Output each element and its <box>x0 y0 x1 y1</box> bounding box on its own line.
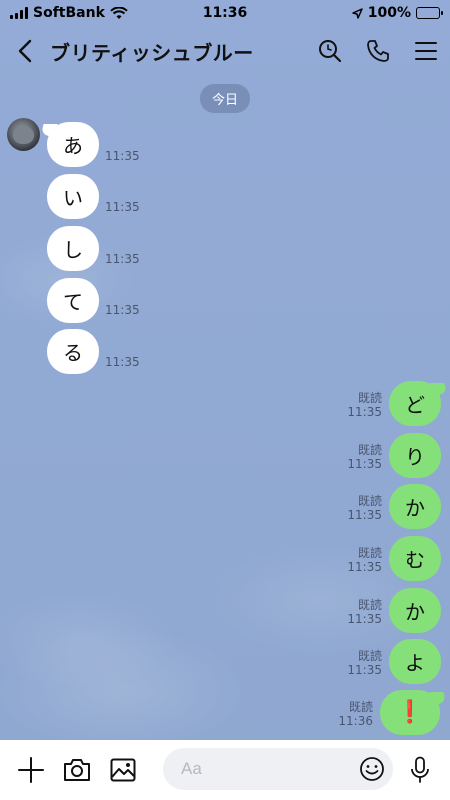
message-time: 11:35 <box>105 252 140 266</box>
signal-icon <box>10 7 28 19</box>
read-receipt: 既読 <box>357 598 382 612</box>
outgoing-message[interactable]: り <box>389 433 441 478</box>
search-icon <box>319 40 342 63</box>
back-button[interactable] <box>0 26 50 76</box>
message-meta: 既読 11:35 <box>347 391 382 419</box>
message-meta: 既読 11:35 <box>347 494 382 522</box>
incoming-message[interactable]: し <box>47 226 99 271</box>
image-icon <box>110 758 136 782</box>
message-time: 11:36 <box>338 714 373 728</box>
message-time: 11:35 <box>347 612 382 626</box>
battery-percent: 100% <box>367 5 411 21</box>
chat-header: ブリティッシュブルー <box>0 26 450 76</box>
message-time: 11:35 <box>347 508 382 522</box>
image-button[interactable] <box>100 740 146 800</box>
emoji-button[interactable] <box>359 756 385 786</box>
menu-icon <box>415 42 437 60</box>
outgoing-message[interactable]: ど <box>389 381 441 426</box>
message-time: 11:35 <box>105 355 140 369</box>
outgoing-message[interactable]: か <box>389 484 441 529</box>
message-meta: 既読 11:35 <box>347 546 382 574</box>
add-button[interactable] <box>8 740 54 800</box>
chat-title: ブリティッシュブルー <box>50 40 254 65</box>
incoming-message[interactable]: い <box>47 174 99 219</box>
message-meta: 既読 11:35 <box>347 443 382 471</box>
outgoing-message[interactable]: ❗ <box>380 690 440 735</box>
message-time: 11:35 <box>105 200 140 214</box>
message-time: 11:35 <box>347 663 382 677</box>
location-icon <box>351 7 363 19</box>
incoming-message[interactable]: る <box>47 329 99 374</box>
carrier-label: SoftBank <box>33 5 105 21</box>
outgoing-message[interactable]: か <box>389 588 441 633</box>
wifi-icon <box>110 6 128 19</box>
message-meta: 既読 11:35 <box>347 649 382 677</box>
read-receipt: 既読 <box>357 391 382 405</box>
read-receipt: 既読 <box>357 443 382 457</box>
message-time: 11:35 <box>105 303 140 317</box>
battery-icon <box>416 7 443 19</box>
read-receipt: 既読 <box>357 649 382 663</box>
read-receipt: 既読 <box>357 494 382 508</box>
read-receipt: 既読 <box>357 546 382 560</box>
message-input[interactable] <box>181 759 351 779</box>
microphone-button[interactable] <box>400 740 440 800</box>
plus-icon <box>18 757 44 783</box>
outgoing-message[interactable]: む <box>389 536 441 581</box>
message-time: 11:35 <box>347 560 382 574</box>
read-receipt: 既読 <box>348 700 373 714</box>
camera-button[interactable] <box>54 740 100 800</box>
message-time: 11:35 <box>347 405 382 419</box>
microphone-icon <box>411 756 429 783</box>
phone-icon <box>367 40 389 62</box>
date-separator: 今日 <box>199 84 251 113</box>
message-meta: 既読 11:35 <box>347 598 382 626</box>
chevron-left-icon <box>18 39 32 63</box>
outgoing-message[interactable]: よ <box>389 639 441 684</box>
avatar[interactable] <box>7 118 40 151</box>
search-button[interactable] <box>306 26 354 76</box>
incoming-message[interactable]: あ <box>47 122 99 167</box>
menu-button[interactable] <box>402 26 450 76</box>
emoji-icon <box>360 757 384 781</box>
message-time: 11:35 <box>105 149 140 163</box>
message-time: 11:35 <box>347 457 382 471</box>
chat-background <box>0 0 450 800</box>
composer-bar <box>0 740 450 800</box>
call-button[interactable] <box>354 26 402 76</box>
incoming-message[interactable]: て <box>47 278 99 323</box>
camera-icon <box>64 759 90 781</box>
message-input-box[interactable] <box>163 748 393 790</box>
status-bar: SoftBank 11:36 100% <box>0 0 450 26</box>
message-meta: 既読 11:36 <box>338 700 373 728</box>
